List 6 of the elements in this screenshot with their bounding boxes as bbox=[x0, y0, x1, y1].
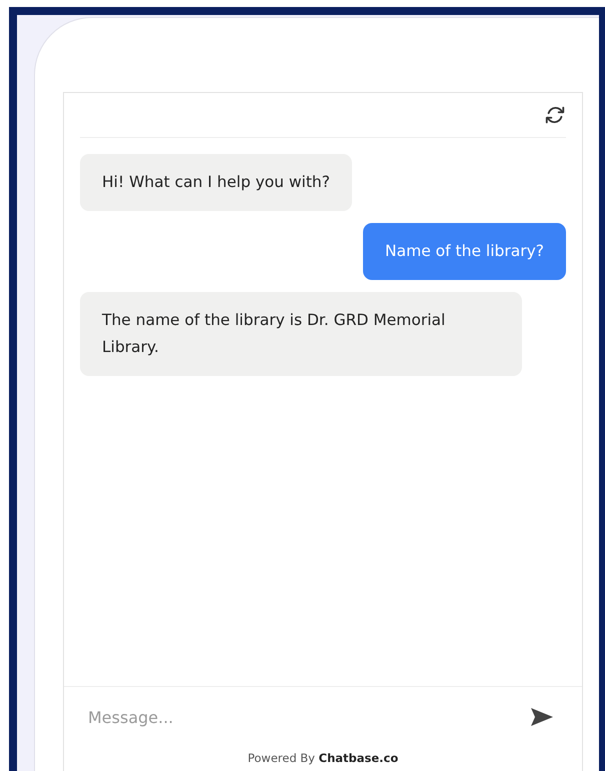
refresh-icon[interactable] bbox=[544, 104, 566, 126]
user-message: Name of the library? bbox=[363, 223, 566, 280]
bot-message: The name of the library is Dr. GRD Memorial Library. bbox=[80, 292, 522, 376]
bot-message: Hi! What can I help you with? bbox=[80, 154, 352, 211]
send-icon[interactable] bbox=[530, 707, 554, 727]
powered-by-text: Powered By Chatbase.co bbox=[246, 750, 400, 767]
